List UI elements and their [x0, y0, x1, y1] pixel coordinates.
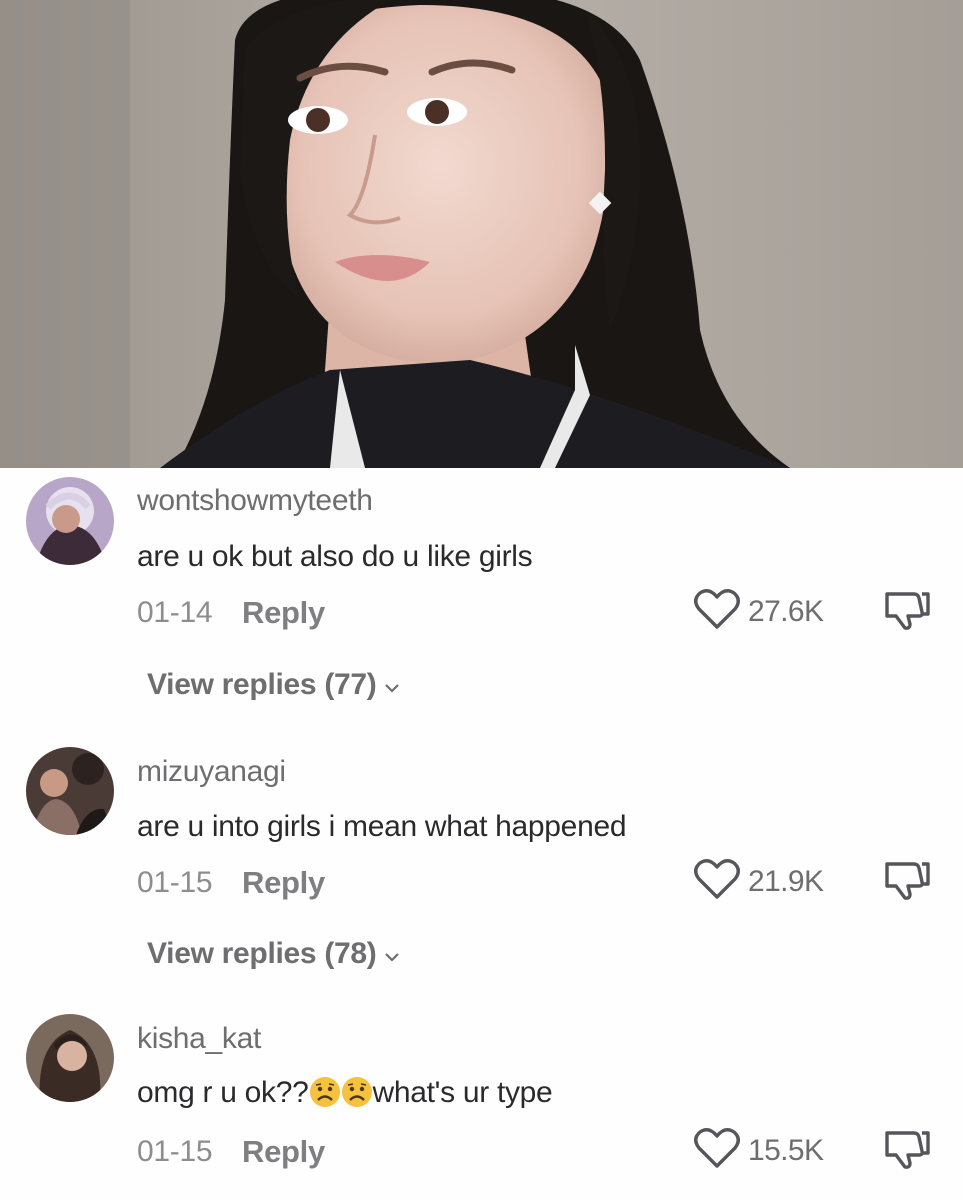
- frowning-face-emoji: [309, 1076, 341, 1108]
- like-count: 21.9K: [748, 864, 824, 898]
- view-replies-toggle[interactable]: View replies (78): [147, 937, 400, 971]
- heart-outline-icon: [694, 858, 740, 905]
- avatar[interactable]: [26, 477, 114, 565]
- thumbs-down-icon: [884, 592, 930, 634]
- thumbs-down-icon: [884, 862, 930, 904]
- reply-button[interactable]: Reply: [242, 1134, 325, 1170]
- comment-date: 01-14: [137, 596, 213, 629]
- dislike-button[interactable]: [884, 1129, 930, 1174]
- comment-username[interactable]: mizuyanagi: [137, 755, 286, 789]
- comment-username[interactable]: kisha_kat: [137, 1022, 261, 1056]
- like-count: 15.5K: [748, 1133, 824, 1167]
- comment-list: wontshowmyteeth are u ok but also do u l…: [0, 468, 963, 1200]
- like-count: 27.6K: [748, 594, 824, 628]
- chevron-down-icon: [384, 668, 400, 702]
- like-button[interactable]: 15.5K: [694, 1127, 824, 1174]
- avatar[interactable]: [26, 747, 114, 835]
- like-button[interactable]: 27.6K: [694, 588, 824, 635]
- like-button[interactable]: 21.9K: [694, 858, 824, 905]
- view-replies-label: View replies (77): [147, 668, 377, 701]
- view-replies-toggle[interactable]: View replies (77): [147, 668, 400, 702]
- reply-button[interactable]: Reply: [242, 865, 325, 901]
- chevron-down-icon: [384, 937, 400, 971]
- reply-button[interactable]: Reply: [242, 595, 325, 631]
- avatar[interactable]: [26, 1014, 114, 1102]
- comment-date: 01-15: [137, 1135, 213, 1168]
- comment-text-part: omg r u ok??: [137, 1076, 309, 1109]
- video-still-image: [0, 0, 963, 468]
- comment-text: are u into girls i mean what happened: [137, 810, 627, 843]
- comment-username[interactable]: wontshowmyteeth: [137, 484, 373, 518]
- heart-outline-icon: [694, 588, 740, 635]
- view-replies-label: View replies (78): [147, 937, 377, 970]
- frowning-face-emoji: [341, 1076, 373, 1108]
- comment-date: 01-15: [137, 866, 213, 899]
- comment-text-part: what's ur type: [372, 1076, 553, 1109]
- thumbs-down-icon: [884, 1131, 930, 1173]
- dislike-button[interactable]: [884, 590, 930, 635]
- comment-text: are u ok but also do u like girls: [137, 540, 533, 573]
- comment-text: omg r u ok?? what's ur type: [137, 1076, 553, 1110]
- heart-outline-icon: [694, 1127, 740, 1174]
- dislike-button[interactable]: [884, 860, 930, 905]
